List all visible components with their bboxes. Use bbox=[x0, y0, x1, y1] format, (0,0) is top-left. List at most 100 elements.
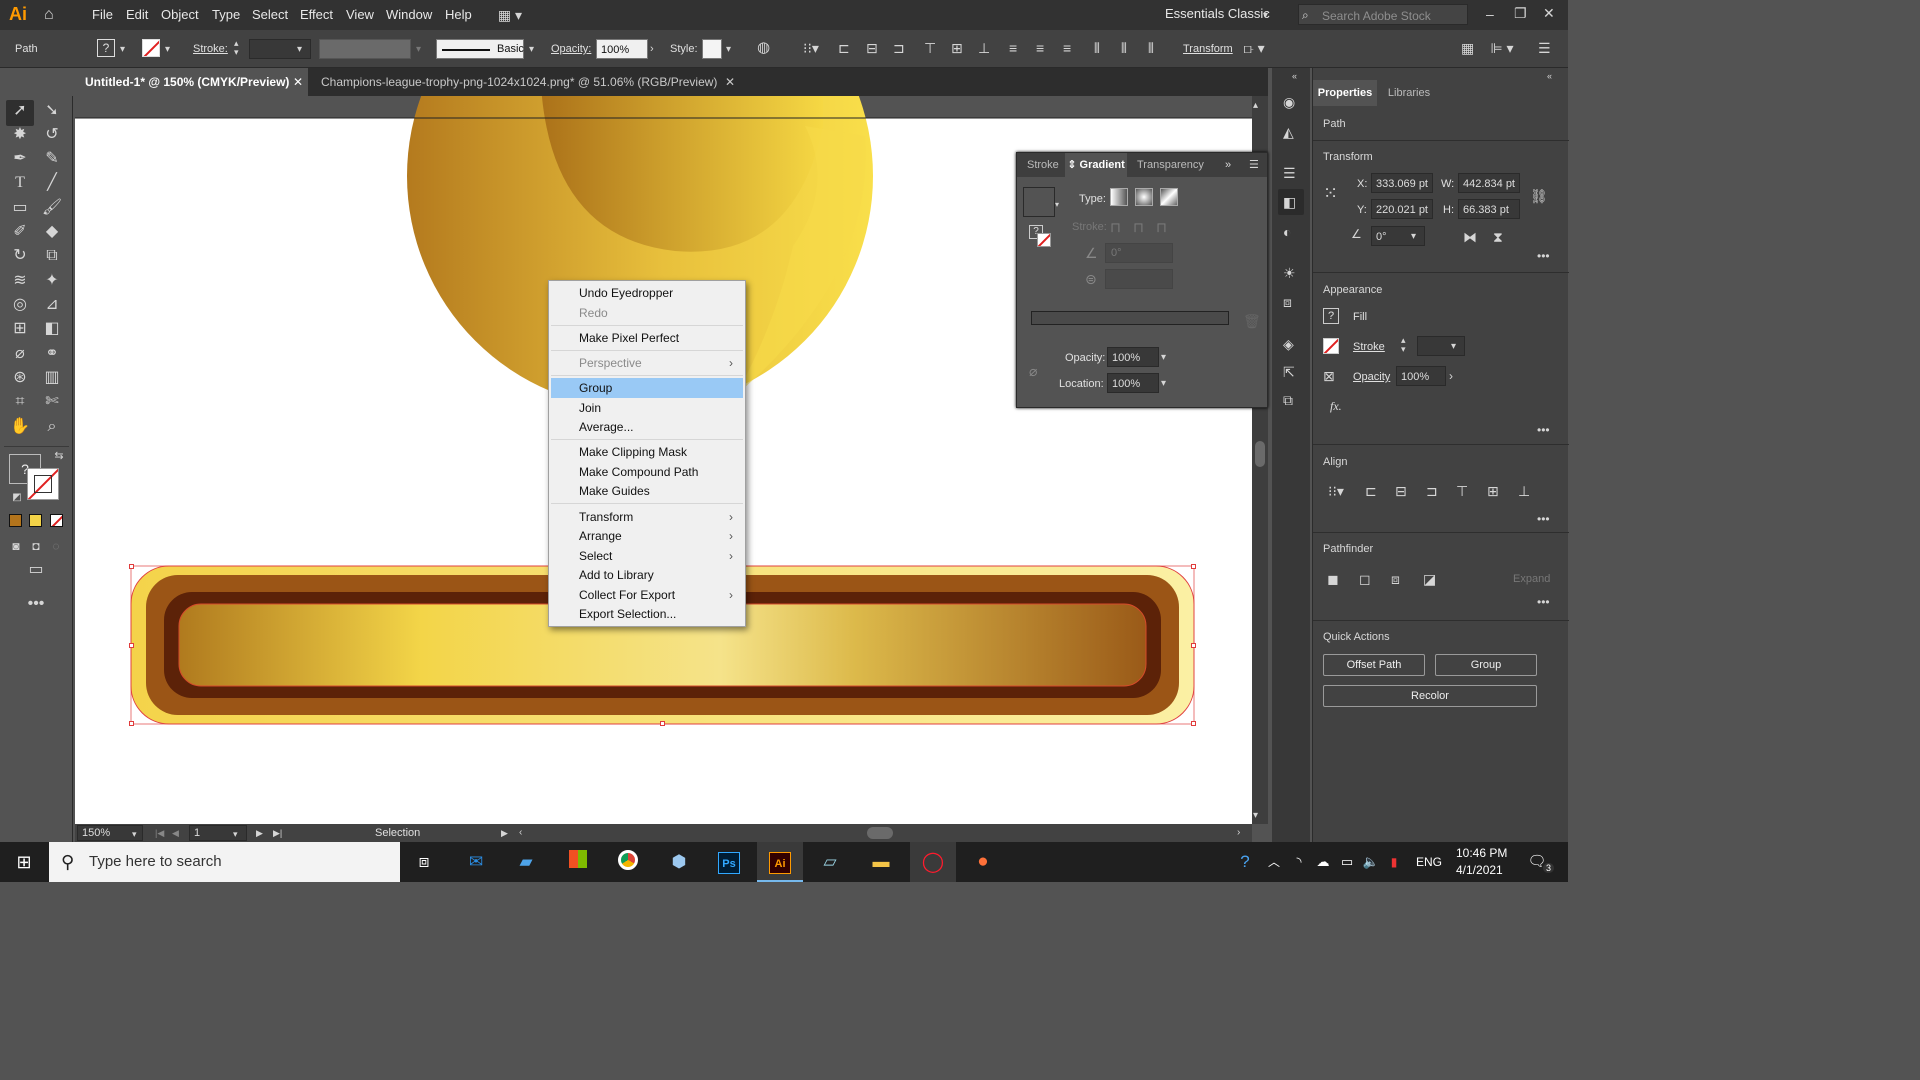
zoom-tool-icon[interactable]: ⌕ bbox=[40, 419, 64, 435]
minimize-icon[interactable]: – bbox=[1486, 6, 1494, 22]
align-top-icon[interactable]: ⊤ bbox=[924, 40, 936, 56]
close-tab-icon[interactable]: ✕ bbox=[293, 68, 303, 96]
menu-type[interactable]: Type bbox=[212, 7, 240, 22]
height-input[interactable]: 66.383 pt bbox=[1458, 199, 1520, 219]
gradient-panel-icon[interactable]: ◧ bbox=[1283, 194, 1296, 210]
onedrive-icon[interactable]: ☁ bbox=[1310, 850, 1336, 874]
artboard-number[interactable]: 1 bbox=[189, 825, 247, 841]
chevron-down-icon[interactable]: ▾ bbox=[1411, 229, 1416, 245]
eyedropper-icon[interactable]: ⌀ bbox=[1029, 363, 1037, 379]
align-left-icon[interactable]: ⊏ bbox=[838, 40, 850, 56]
width-tool-icon[interactable]: ≋ bbox=[8, 273, 32, 289]
opacity-label[interactable]: Opacity: bbox=[551, 43, 591, 55]
chevron-down-icon[interactable]: ▾ bbox=[726, 42, 731, 58]
aspect-ratio-input[interactable] bbox=[1105, 269, 1173, 289]
collapse-icon[interactable]: » bbox=[1225, 157, 1231, 173]
menu-help[interactable]: Help bbox=[445, 7, 472, 22]
tab-transparency[interactable]: Transparency bbox=[1137, 159, 1204, 171]
restore-icon[interactable]: ❐ bbox=[1514, 5, 1527, 21]
image-trace-icon[interactable]: ◭ bbox=[1283, 124, 1294, 140]
distribute-bottom-icon[interactable]: ≡ bbox=[1063, 40, 1071, 56]
selection-handle[interactable] bbox=[129, 643, 134, 648]
menu-item-make-clipping-mask[interactable]: Make Clipping Mask bbox=[551, 442, 743, 462]
unite-icon[interactable]: ◼ bbox=[1327, 571, 1339, 587]
freeform-gradient-button[interactable] bbox=[1160, 188, 1178, 206]
menu-view[interactable]: View bbox=[346, 7, 374, 22]
menu-item-transform[interactable]: Transform › bbox=[551, 507, 743, 527]
horizontal-scroll-thumb[interactable] bbox=[867, 827, 893, 839]
stop-opacity-input[interactable]: 100% bbox=[1107, 347, 1159, 367]
gradient-mode-button[interactable] bbox=[29, 514, 42, 527]
recolor-artwork-icon[interactable]: ◍ bbox=[757, 40, 770, 56]
align-right-icon[interactable]: ⊐ bbox=[1426, 483, 1438, 499]
selection-handle[interactable] bbox=[129, 564, 134, 569]
shape-builder-tool-icon[interactable]: ◎ bbox=[8, 297, 32, 313]
last-artboard-icon[interactable]: ▶| bbox=[273, 825, 282, 841]
close-icon[interactable]: ✕ bbox=[1543, 5, 1555, 21]
curvature-tool-icon[interactable]: ✎ bbox=[40, 151, 64, 167]
chevron-down-icon[interactable]: ▾ bbox=[1161, 376, 1166, 392]
menu-select[interactable]: Select bbox=[252, 7, 288, 22]
x-input[interactable]: 333.069 pt bbox=[1371, 173, 1433, 193]
lasso-tool-icon[interactable]: ↺ bbox=[40, 127, 64, 143]
menu-item-make-guides[interactable]: Make Guides bbox=[551, 481, 743, 501]
taskbar-search[interactable]: ⚲ Type here to search bbox=[49, 842, 400, 882]
stroke-swatch[interactable] bbox=[142, 39, 160, 57]
file-explorer-icon[interactable]: ▬ bbox=[868, 850, 894, 874]
tab-properties[interactable]: Properties bbox=[1313, 80, 1377, 106]
rectangle-tool-icon[interactable]: ▭ bbox=[8, 200, 32, 216]
illustrator-icon[interactable]: Ai bbox=[767, 850, 793, 874]
app-logo[interactable]: Ai bbox=[9, 4, 27, 25]
stroke-swatch[interactable] bbox=[1323, 338, 1339, 354]
align-bottom-icon[interactable]: ⊥ bbox=[978, 40, 990, 56]
opacity-label[interactable]: Opacity bbox=[1353, 371, 1390, 383]
firefox-icon[interactable]: ● bbox=[970, 850, 996, 874]
mesh-tool-icon[interactable]: ⊞ bbox=[8, 321, 32, 337]
align-hcenter-icon[interactable]: ⊟ bbox=[1395, 483, 1407, 499]
fx-button[interactable]: fx. bbox=[1330, 399, 1342, 414]
menu-item-make-pixel-perfect[interactable]: Make Pixel Perfect bbox=[551, 328, 743, 348]
panel-menu-icon[interactable]: ☰ bbox=[1249, 157, 1259, 173]
menu-item-group[interactable]: Group bbox=[551, 378, 743, 398]
menu-item-collect-for-export[interactable]: Collect For Export › bbox=[551, 585, 743, 605]
perspective-grid-tool-icon[interactable]: ⊿ bbox=[40, 297, 64, 313]
status-menu-icon[interactable]: ▶ bbox=[501, 825, 508, 841]
menu-item-undo-eyedropper[interactable]: Undo Eyedropper bbox=[551, 283, 743, 303]
layers-panel-icon[interactable]: ◈ bbox=[1283, 336, 1294, 352]
chevron-down-icon[interactable]: ▾ bbox=[529, 42, 534, 58]
align-bottom-icon[interactable]: ⊥ bbox=[1518, 483, 1530, 499]
appearance-panel-icon[interactable]: ☀ bbox=[1283, 265, 1296, 281]
align-panel-icon[interactable]: ⊫ ▾ bbox=[1488, 40, 1516, 56]
y-input[interactable]: 220.021 pt bbox=[1371, 199, 1433, 219]
next-artboard-icon[interactable]: ▶ bbox=[256, 825, 263, 841]
chevron-down-icon[interactable]: ▾ bbox=[233, 826, 238, 842]
radial-gradient-button[interactable] bbox=[1135, 188, 1153, 206]
opacity-input[interactable]: 100% bbox=[596, 39, 648, 59]
close-tab-icon[interactable]: ✕ bbox=[725, 68, 735, 96]
minus-front-icon[interactable]: ◻ bbox=[1359, 571, 1371, 587]
menu-item-select[interactable]: Select › bbox=[551, 546, 743, 566]
network-icon[interactable]: ◝ bbox=[1286, 850, 1312, 874]
tray-app-icon[interactable]: ▮ bbox=[1381, 850, 1407, 874]
workspace-switcher[interactable]: Essentials Classic bbox=[1165, 6, 1270, 21]
prev-artboard-icon[interactable]: ◀ bbox=[172, 825, 179, 841]
menu-file[interactable]: File bbox=[92, 7, 113, 22]
chrome-icon[interactable] bbox=[615, 850, 641, 874]
chevron-down-icon[interactable]: ▾ bbox=[120, 42, 125, 58]
transform-link[interactable]: Transform bbox=[1183, 43, 1233, 55]
stop-location-input[interactable]: 100% bbox=[1107, 373, 1159, 393]
default-colors-icon[interactable]: ◩ bbox=[5, 490, 29, 506]
fill-stroke-toggle[interactable]: ? bbox=[1029, 225, 1053, 249]
gradient-preview[interactable] bbox=[1023, 187, 1055, 217]
distribute-top-icon[interactable]: ≡ bbox=[1009, 40, 1017, 56]
menu-window[interactable]: Window bbox=[386, 7, 432, 22]
menu-item-average[interactable]: Average... bbox=[551, 417, 743, 437]
chevron-down-icon[interactable]: ▾ bbox=[1161, 350, 1166, 366]
align-vcenter-icon[interactable]: ⊞ bbox=[951, 40, 963, 56]
collapse-panels-icon[interactable]: « bbox=[1292, 68, 1297, 84]
distribute-vcenter-icon[interactable]: ≡ bbox=[1036, 40, 1044, 56]
selection-tool-icon[interactable]: ➚ bbox=[8, 103, 32, 119]
magic-wand-tool-icon[interactable]: ✸ bbox=[8, 127, 32, 143]
scroll-left-icon[interactable]: ‹ bbox=[519, 825, 522, 841]
menu-object[interactable]: Object bbox=[161, 7, 199, 22]
